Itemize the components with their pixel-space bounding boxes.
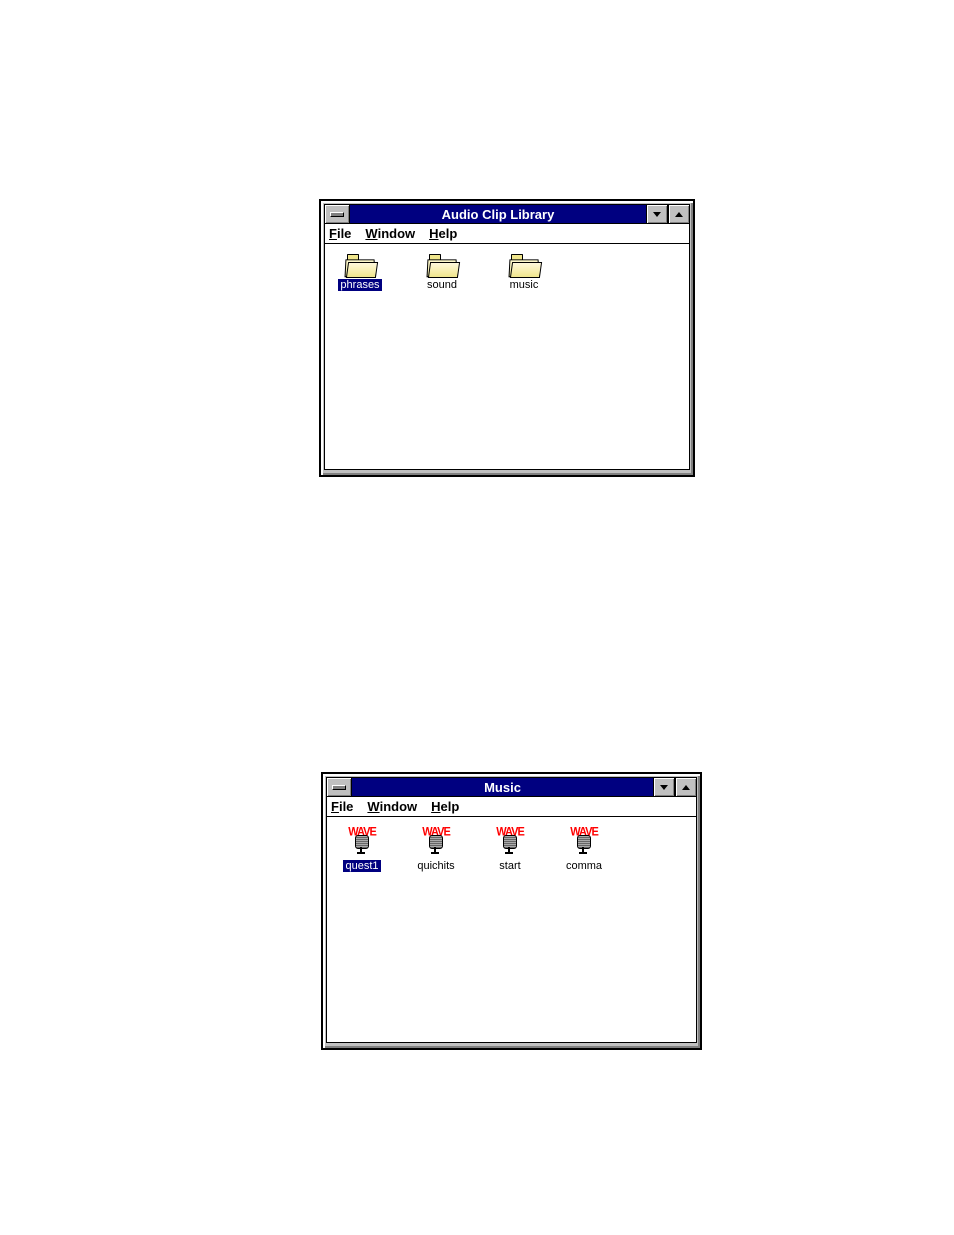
titlebar: Music (326, 777, 697, 797)
microphone-icon (429, 835, 443, 855)
wave-item-start[interactable]: WAVE start (483, 827, 537, 872)
menu-file-rest: ile (337, 226, 351, 241)
wave-item-comma[interactable]: WAVE comma (557, 827, 611, 872)
wave-label: quichits (415, 860, 456, 872)
wave-label: quest1 (343, 860, 380, 872)
wave-item-quichits[interactable]: WAVE quichits (409, 827, 463, 872)
menu-window-rest: indow (380, 799, 418, 814)
menu-window-rest: indow (378, 226, 416, 241)
window-title: Music (352, 777, 653, 797)
maximize-button[interactable] (675, 777, 697, 797)
minimize-button[interactable] (646, 204, 668, 224)
minimize-icon (653, 212, 661, 217)
menubar: File Window Help (324, 224, 690, 244)
window-music: Music File Window Help WAVE quest1 WAVE … (321, 772, 702, 1050)
menu-help[interactable]: Help (429, 226, 457, 241)
menu-window[interactable]: Window (367, 799, 417, 814)
client-area[interactable]: phrases sound music (324, 244, 690, 470)
minimize-button[interactable] (653, 777, 675, 797)
folder-item-phrases[interactable]: phrases (333, 254, 387, 291)
minimize-icon (660, 785, 668, 790)
folder-label: music (508, 279, 541, 291)
wave-file-icon: WAVE (490, 827, 530, 857)
system-menu-button[interactable] (326, 777, 352, 797)
wave-item-quest1[interactable]: WAVE quest1 (335, 827, 389, 872)
maximize-icon (675, 212, 683, 217)
microphone-icon (577, 835, 591, 855)
maximize-icon (682, 785, 690, 790)
menu-file[interactable]: File (331, 799, 353, 814)
wave-file-icon: WAVE (342, 827, 382, 857)
menu-help-rest: elp (439, 226, 458, 241)
folder-label: phrases (338, 279, 381, 291)
menubar: File Window Help (326, 797, 697, 817)
wave-label: start (497, 860, 522, 872)
client-area[interactable]: WAVE quest1 WAVE quichits WAVE start WAV… (326, 817, 697, 1043)
folder-icon (509, 254, 539, 276)
titlebar: Audio Clip Library (324, 204, 690, 224)
maximize-button[interactable] (668, 204, 690, 224)
microphone-icon (503, 835, 517, 855)
window-title: Audio Clip Library (350, 204, 646, 224)
menu-file[interactable]: File (329, 226, 351, 241)
wave-file-icon: WAVE (416, 827, 456, 857)
folder-item-music[interactable]: music (497, 254, 551, 291)
folder-icon (345, 254, 375, 276)
folder-icon (427, 254, 457, 276)
menu-help[interactable]: Help (431, 799, 459, 814)
folder-label: sound (425, 279, 459, 291)
wave-label: comma (564, 860, 604, 872)
folder-item-sound[interactable]: sound (415, 254, 469, 291)
system-menu-button[interactable] (324, 204, 350, 224)
menu-window[interactable]: Window (365, 226, 415, 241)
microphone-icon (355, 835, 369, 855)
menu-help-rest: elp (441, 799, 460, 814)
wave-file-icon: WAVE (564, 827, 604, 857)
window-audio-clip-library: Audio Clip Library File Window Help phra… (319, 199, 695, 477)
menu-file-rest: ile (339, 799, 353, 814)
